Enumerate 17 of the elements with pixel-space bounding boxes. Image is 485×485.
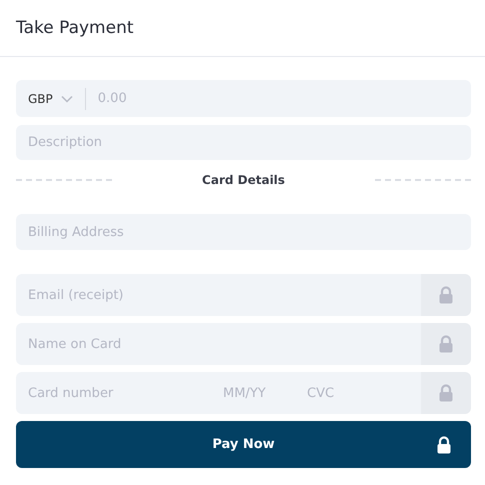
input-field[interactable]: Card number xyxy=(16,372,211,414)
input-field[interactable]: MM/YY xyxy=(211,372,295,414)
input-field[interactable]: CVC xyxy=(295,372,421,414)
chevron-down-icon xyxy=(60,94,73,102)
lock-icon xyxy=(435,436,453,454)
pay-now-button[interactable]: Pay Now xyxy=(16,421,471,468)
currency-select[interactable]: GBP xyxy=(16,80,85,117)
description-field[interactable]: Description xyxy=(16,125,471,160)
page-title: Take Payment xyxy=(16,18,134,38)
lock-icon xyxy=(437,286,455,304)
lock-icon xyxy=(437,384,455,402)
lock-icon xyxy=(437,335,455,353)
input-field[interactable]: Email (receipt) xyxy=(16,274,421,316)
billing-address-field[interactable]: Billing Address xyxy=(16,214,471,250)
input-field[interactable]: Name on Card xyxy=(16,323,421,365)
section-title: Card Details xyxy=(201,173,286,187)
amount-field[interactable]: 0.00 xyxy=(86,80,471,117)
